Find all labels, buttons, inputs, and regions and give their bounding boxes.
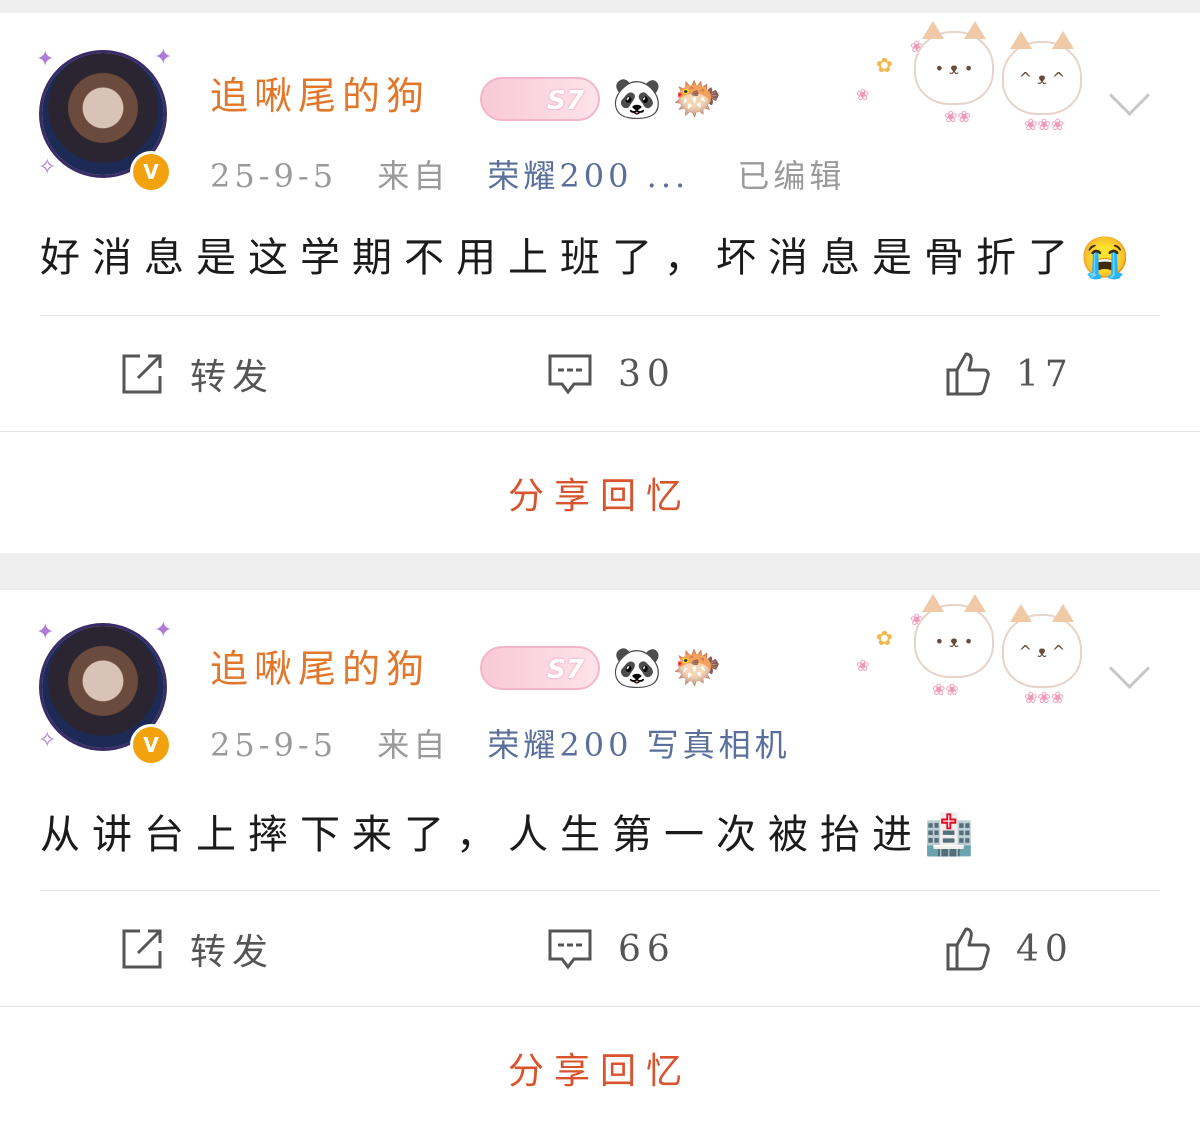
repost-label: 转发: [190, 932, 275, 973]
comment-button[interactable]: 30: [546, 349, 676, 399]
verified-badge-icon: V: [130, 724, 172, 766]
flower-icon: ❀: [856, 656, 870, 675]
share-memory-button[interactable]: 分享回忆: [0, 467, 1200, 519]
sparkle-icon: ✦: [36, 620, 55, 645]
post-content: 从讲台上摔下来了，人生第一次被抬进🏥: [40, 802, 1160, 860]
like-button[interactable]: 17: [944, 349, 1074, 399]
repost-label: 转发: [190, 357, 275, 398]
like-count: 40: [1016, 928, 1074, 970]
repost-icon: [122, 929, 162, 969]
flower-icon: ❀: [856, 85, 870, 104]
divider: [0, 1006, 1200, 1007]
like-button[interactable]: 40: [944, 924, 1074, 974]
author-name[interactable]: 追啾尾的狗: [210, 638, 430, 693]
butterfly-icon: ✿: [876, 53, 893, 77]
chevron-down-icon[interactable]: [1108, 647, 1151, 690]
post-meta: 25-9-5 来自 荣耀200 ... 已编辑: [210, 151, 845, 197]
weibo-post: ✦ ✦ ✧ V 追啾尾的狗 S7 🐼 🐡 25-9-5 来自 荣耀200 写真相…: [0, 590, 1200, 1122]
thumbs-up-icon: [946, 352, 990, 396]
cat-decoration: ✿ ❀ ❀ • ᴥ • ^ ᴥ ^ ❀❀ ❀❀❀: [848, 19, 1098, 149]
verified-badge-icon: V: [130, 151, 172, 193]
cat-decoration: ✿ ❀ ❀ • ᴥ • ^ ᴥ ^ ❀❀ ❀❀❀: [848, 594, 1098, 726]
author-name[interactable]: 追啾尾的狗: [210, 65, 430, 120]
post-text: 从讲台上摔下来了，人生第一次被抬进: [40, 812, 924, 858]
post-content: 好消息是这学期不用上班了，坏消息是骨折了😭: [40, 225, 1160, 283]
cat-icon: • ᴥ •: [914, 21, 994, 105]
sparkle-icon: ✦: [36, 47, 55, 72]
post-date: 25-9-5: [210, 157, 338, 195]
comment-icon: [548, 354, 592, 395]
fish-icon[interactable]: 🐡: [672, 75, 722, 123]
user-badges: S7 🐼 🐡: [480, 73, 722, 125]
device-link[interactable]: 荣耀200 ...: [487, 157, 689, 195]
comment-button[interactable]: 66: [546, 924, 676, 974]
repost-button[interactable]: 转发: [118, 924, 274, 974]
avatar[interactable]: ✦ ✦ ✧ V: [36, 618, 173, 766]
panda-icon[interactable]: 🐼: [612, 75, 662, 123]
butterfly-icon: ✿: [876, 626, 893, 650]
hospital-emoji-icon: 🏥: [924, 812, 974, 858]
comment-count: 30: [618, 353, 676, 395]
sparkle-icon: ✧: [38, 728, 57, 753]
comment-icon: [548, 929, 592, 970]
flower-icon: ❀❀: [932, 680, 959, 699]
cat-icon: ^ ᴥ ^: [1002, 604, 1082, 688]
repost-button[interactable]: 转发: [118, 349, 274, 399]
sparkle-icon: ✦: [154, 618, 173, 643]
level-badge[interactable]: S7: [480, 646, 600, 690]
avatar[interactable]: ✦ ✦ ✧ V: [36, 45, 173, 193]
cat-icon: • ᴥ •: [914, 594, 994, 678]
chevron-down-icon[interactable]: [1108, 74, 1151, 117]
edited-label: 已编辑: [737, 157, 846, 195]
divider: [0, 431, 1200, 432]
post-text: 好消息是这学期不用上班了，坏消息是骨折了: [40, 235, 1080, 281]
from-label: 来自: [377, 157, 450, 195]
fish-icon[interactable]: 🐡: [672, 644, 722, 692]
level-badge[interactable]: S7: [480, 77, 600, 121]
device-link[interactable]: 荣耀200 写真相机: [487, 726, 790, 764]
from-label: 来自: [377, 726, 450, 764]
panda-icon[interactable]: 🐼: [612, 644, 662, 692]
flower-icon: ❀❀❀: [1024, 115, 1065, 134]
comment-count: 66: [618, 928, 676, 970]
sparkle-icon: ✦: [154, 45, 173, 70]
cat-icon: ^ ᴥ ^: [1002, 31, 1082, 115]
post-date: 25-9-5: [210, 726, 338, 764]
flower-icon: ❀❀❀: [1024, 688, 1065, 707]
thumbs-up-icon: [946, 927, 990, 971]
sparkle-icon: ✧: [38, 155, 57, 180]
like-count: 17: [1016, 353, 1074, 395]
post-meta: 25-9-5 来自 荣耀200 写真相机: [210, 720, 791, 766]
crying-emoji-icon: 😭: [1080, 235, 1130, 281]
share-memory-button[interactable]: 分享回忆: [0, 1042, 1200, 1094]
divider: [40, 315, 1160, 316]
weibo-post: ✦ ✦ ✧ V 追啾尾的狗 S7 🐼 🐡 25-9-5 来自 荣耀200 ...…: [0, 13, 1200, 553]
divider: [40, 890, 1160, 891]
user-badges: S7 🐼 🐡: [480, 642, 722, 694]
repost-icon: [122, 354, 162, 394]
flower-icon: ❀❀: [944, 107, 971, 126]
